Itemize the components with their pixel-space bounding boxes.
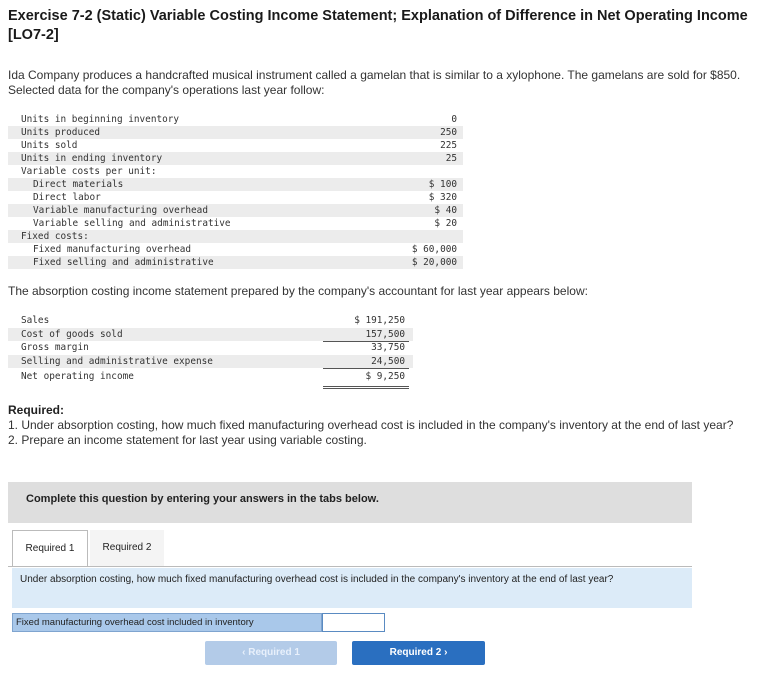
row-label: Direct labor xyxy=(33,192,101,203)
row-value: 225 xyxy=(440,140,457,151)
row-value: $ 40 xyxy=(434,205,457,216)
row-value: $ 20 xyxy=(434,218,457,229)
table-row: Units in ending inventory 25 xyxy=(8,152,463,165)
row-label: Units sold xyxy=(21,140,78,151)
row-value: 0 xyxy=(451,114,457,125)
table-row: Sales $ 191,250 xyxy=(8,314,413,328)
table-row: Units produced 250 xyxy=(8,126,463,139)
row-value: $ 20,000 xyxy=(411,257,457,268)
row-label: Units produced xyxy=(21,127,101,138)
required-heading: Required: xyxy=(8,403,65,417)
table-row: Units sold 225 xyxy=(8,139,463,152)
total-double-rule xyxy=(323,386,409,390)
row-label: Variable costs per unit: xyxy=(21,166,157,177)
question-text: Under absorption costing, how much fixed… xyxy=(20,574,614,585)
row-label: Cost of goods sold xyxy=(21,328,123,340)
required-item-1: 1. Under absorption costing, how much fi… xyxy=(8,418,734,432)
table-row: Fixed manufacturing overhead $ 60,000 xyxy=(8,243,463,256)
total-double-rule-row xyxy=(8,384,413,390)
row-value: 157,500 xyxy=(365,328,405,340)
row-label: Units in ending inventory xyxy=(21,153,163,164)
next-button[interactable]: Required 2 › xyxy=(352,641,485,665)
row-value: $ 100 xyxy=(428,179,457,190)
chevron-left-icon: ‹ xyxy=(242,647,246,658)
tab-required-1[interactable]: Required 1 xyxy=(12,530,88,566)
absorption-intro-text: The absorption costing income statement … xyxy=(8,284,588,298)
row-label: Selling and administrative expense xyxy=(21,355,213,367)
required-item-2: 2. Prepare an income statement for last … xyxy=(8,433,367,447)
table-row: Gross margin 33,750 xyxy=(8,341,413,355)
chevron-right-icon: › xyxy=(444,647,448,658)
row-label: Variable selling and administrative xyxy=(33,218,231,229)
table-row: Variable manufacturing overhead $ 40 xyxy=(8,204,463,217)
row-label: Units in beginning inventory xyxy=(21,114,180,125)
instructions-banner: Complete this question by entering your … xyxy=(8,482,692,523)
tab-divider xyxy=(8,566,692,567)
table-row: Variable selling and administrative $ 20 xyxy=(8,217,463,230)
answer-label: Fixed manufacturing overhead cost includ… xyxy=(12,613,322,632)
intro-text: Ida Company produces a handcrafted music… xyxy=(8,68,741,97)
table-row: Variable costs per unit: xyxy=(8,165,463,178)
row-label: Sales xyxy=(21,315,50,326)
required-section: Required: 1. Under absorption costing, h… xyxy=(8,403,753,448)
row-value: 25 xyxy=(445,153,457,164)
previous-button-label: Required 1 xyxy=(248,647,300,658)
instructions-text: Complete this question by entering your … xyxy=(26,493,379,505)
exercise-title: Exercise 7-2 (Static) Variable Costing I… xyxy=(8,8,748,43)
table-row: Selling and administrative expense 24,50… xyxy=(8,354,413,369)
table-row: Direct materials $ 100 xyxy=(8,178,463,191)
row-value: 33,750 xyxy=(371,342,405,354)
table-row: Cost of goods sold 157,500 xyxy=(8,327,413,342)
table-row: Fixed selling and administrative $ 20,00… xyxy=(8,256,463,269)
row-label: Gross margin xyxy=(21,342,89,354)
row-value: 250 xyxy=(440,127,457,138)
row-label: Variable manufacturing overhead xyxy=(33,205,208,216)
absorption-income-statement: Sales $ 191,250 Cost of goods sold 157,5… xyxy=(8,314,413,390)
table-row: Direct labor $ 320 xyxy=(8,191,463,204)
table-row: Units in beginning inventory 0 xyxy=(8,113,463,126)
row-value: $ 320 xyxy=(428,192,457,203)
row-label: Fixed manufacturing overhead xyxy=(33,244,192,255)
row-value: $ 191,250 xyxy=(354,315,405,326)
operations-data-table: Units in beginning inventory 0 Units pro… xyxy=(8,113,463,269)
question-panel: Under absorption costing, how much fixed… xyxy=(12,568,692,608)
row-label: Direct materials xyxy=(33,179,124,190)
previous-button[interactable]: ‹ Required 1 xyxy=(205,641,337,665)
table-row: Net operating income $ 9,250 xyxy=(8,368,413,384)
tab-required-2[interactable]: Required 2 xyxy=(90,530,164,566)
table-row: Fixed costs: xyxy=(8,230,463,243)
next-button-label: Required 2 xyxy=(389,647,442,658)
fixed-overhead-inventory-input[interactable] xyxy=(322,613,385,632)
row-value: $ 60,000 xyxy=(411,244,457,255)
row-value: 24,500 xyxy=(371,355,405,367)
row-label: Fixed selling and administrative xyxy=(33,257,214,268)
row-label: Fixed costs: xyxy=(21,231,89,242)
